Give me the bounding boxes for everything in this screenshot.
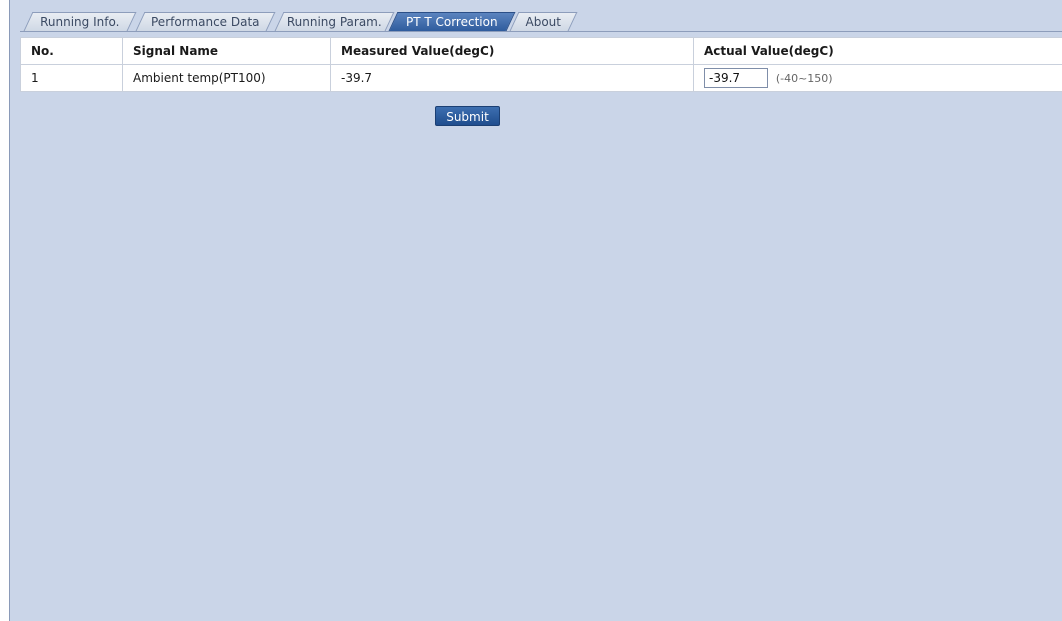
cell-signal-name: Ambient temp(PT100)	[122, 64, 331, 92]
tab-running-info[interactable]: Running Info.	[23, 12, 137, 31]
cell-measured-value: -39.7	[330, 64, 694, 92]
range-hint: (-40~150)	[775, 71, 833, 85]
main-panel: Running Info. Performance Data Running P…	[10, 0, 1062, 621]
tab-label: Performance Data	[151, 15, 260, 29]
app-frame: Running Info. Performance Data Running P…	[0, 0, 1062, 621]
tab-performance-data[interactable]: Performance Data	[135, 12, 276, 31]
tab-label: Running Param.	[286, 15, 382, 29]
tab-bar-divider	[20, 31, 1062, 32]
table-header-row: No. Signal Name Measured Value(degC) Act…	[20, 37, 1062, 65]
actual-value-input[interactable]	[704, 68, 768, 88]
tab-label: PT T Correction	[405, 15, 498, 29]
submit-button[interactable]: Submit	[435, 106, 500, 126]
cell-actual-value: (-40~150)	[693, 64, 1062, 92]
column-header-actual-value: Actual Value(degC)	[693, 37, 1062, 65]
tab-pt-t-correction[interactable]: PT T Correction	[388, 12, 516, 31]
left-border	[9, 0, 10, 621]
column-header-measured-value: Measured Value(degC)	[330, 37, 694, 65]
cell-no: 1	[20, 64, 123, 92]
correction-table: No. Signal Name Measured Value(degC) Act…	[20, 37, 1062, 92]
tab-label: Running Info.	[40, 15, 120, 29]
column-header-signal-name: Signal Name	[122, 37, 331, 65]
tab-about[interactable]: About	[509, 12, 578, 31]
tab-running-param[interactable]: Running Param.	[274, 12, 395, 31]
table-row: 1 Ambient temp(PT100) -39.7 (-40~150)	[20, 64, 1062, 92]
left-edge	[0, 0, 9, 621]
tab-label: About	[525, 15, 562, 29]
column-header-no: No.	[20, 37, 123, 65]
